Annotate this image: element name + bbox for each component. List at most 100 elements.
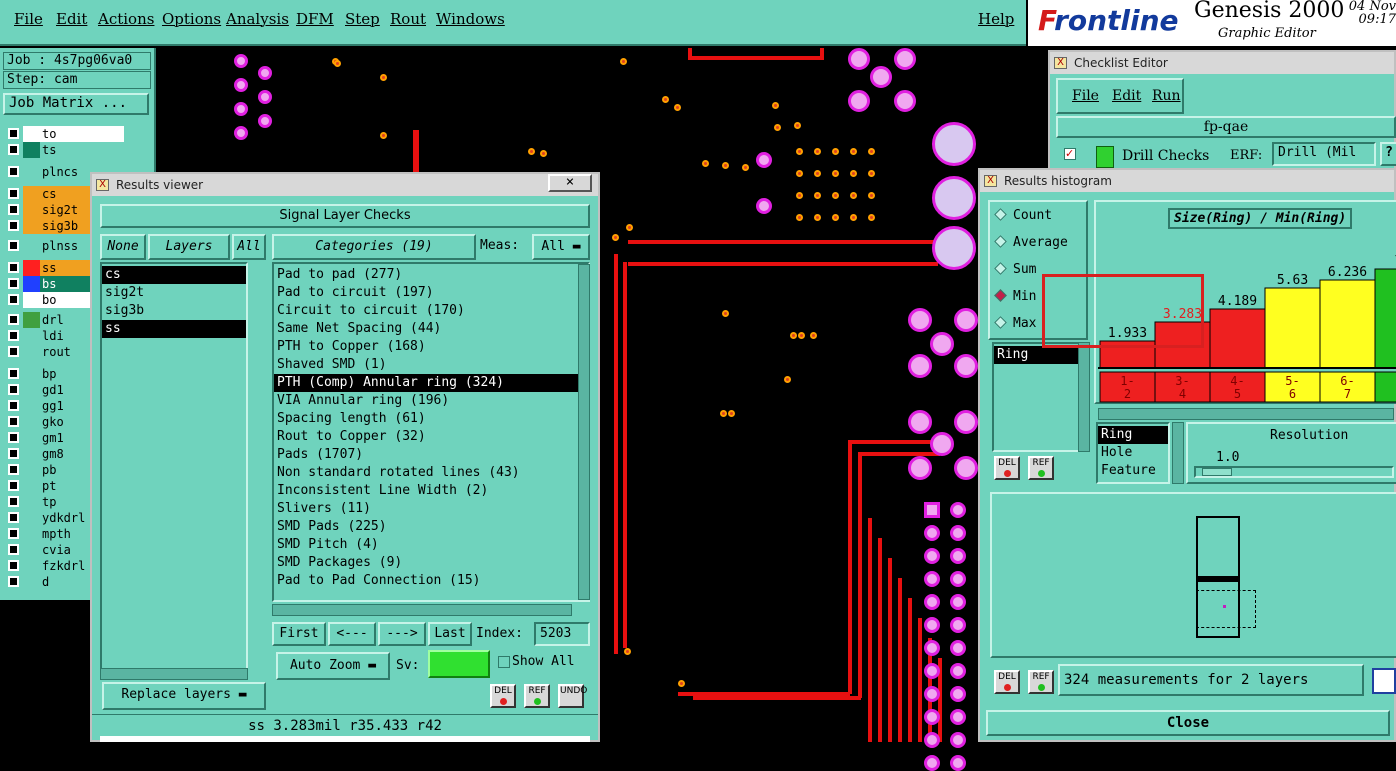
menu-file[interactable]: File	[14, 10, 43, 28]
horizontal-scrollbar[interactable]	[1098, 408, 1394, 420]
menu-file[interactable]: File	[1072, 88, 1099, 104]
categories-button[interactable]: Categories (19)	[272, 234, 476, 260]
layer-checkbox[interactable]	[8, 384, 19, 395]
delete-icon[interactable]: DEL	[490, 684, 516, 708]
layer-checkbox[interactable]	[8, 278, 19, 289]
list-item[interactable]: Circuit to circuit (170)	[274, 302, 588, 320]
horizontal-scrollbar[interactable]	[272, 604, 572, 616]
vertical-scrollbar[interactable]	[1172, 422, 1184, 484]
replace-layers-button[interactable]: Replace layers ▬	[102, 682, 266, 710]
layer-checkbox[interactable]	[8, 512, 19, 523]
layer-checkbox[interactable]	[8, 262, 19, 273]
menu-help[interactable]: Help	[978, 10, 1014, 28]
prev-button[interactable]: <---	[328, 622, 376, 646]
layer-result-list[interactable]: cs sig2t sig3b ss	[100, 262, 248, 680]
histogram-bar[interactable]	[1209, 308, 1266, 369]
layer-checkbox[interactable]	[8, 560, 19, 571]
refresh-icon[interactable]: REF	[1028, 456, 1054, 480]
layer-checkbox[interactable]	[8, 368, 19, 379]
list-item[interactable]: Spacing length (61)	[274, 410, 588, 428]
mode-radio-sum[interactable]: Sum	[994, 262, 1036, 277]
histogram-bar[interactable]	[1374, 268, 1396, 369]
layer-name[interactable]: ts	[40, 142, 124, 158]
close-button[interactable]: Close	[986, 710, 1390, 736]
sv-color-dropdown[interactable]	[428, 650, 490, 678]
last-button[interactable]: Last	[428, 622, 472, 646]
checklist-editor-titlebar[interactable]: X Checklist Editor	[1050, 52, 1394, 74]
list-item[interactable]: Shaved SMD (1)	[274, 356, 588, 374]
mode-radio-min[interactable]: Min	[994, 289, 1036, 304]
layer-checkbox[interactable]	[8, 128, 19, 139]
slider-thumb[interactable]	[1202, 468, 1232, 476]
horizontal-scrollbar[interactable]	[100, 668, 248, 680]
list-item[interactable]: VIA Annular ring (196)	[274, 392, 588, 410]
histogram-bar[interactable]	[1319, 279, 1376, 369]
layer-checkbox[interactable]	[8, 464, 19, 475]
list-item[interactable]: SMD Pitch (4)	[274, 536, 588, 554]
close-window-button[interactable]: ×	[548, 174, 592, 192]
results-histogram-titlebar[interactable]: X Results histogram	[980, 170, 1394, 192]
list-item[interactable]: Ring	[1098, 426, 1168, 444]
list-item[interactable]: Non standard rotated lines (43)	[274, 464, 588, 482]
list-item[interactable]: Pad to circuit (197)	[274, 284, 588, 302]
next-button[interactable]: --->	[378, 622, 426, 646]
layer-row-ts[interactable]: ts	[6, 142, 124, 158]
refresh-icon[interactable]: REF	[524, 684, 550, 708]
menu-windows[interactable]: Windows	[436, 10, 505, 28]
meas-dropdown[interactable]: All ▬	[532, 234, 590, 260]
job-matrix-button[interactable]: Job Matrix ...	[3, 93, 149, 115]
list-item[interactable]: Slivers (11)	[274, 500, 588, 518]
list-item[interactable]: Pad to Pad Connection (15)	[274, 572, 588, 590]
list-item[interactable]: Pads (1707)	[274, 446, 588, 464]
help-icon[interactable]: ?	[1380, 142, 1396, 166]
menu-options[interactable]: Options	[162, 10, 221, 28]
list-item[interactable]: cs	[102, 266, 246, 284]
mode-radio-average[interactable]: Average	[994, 235, 1068, 250]
layer-checkbox[interactable]	[8, 330, 19, 341]
list-item[interactable]: Feature	[1098, 462, 1168, 480]
list-item[interactable]: SMD Pads (225)	[274, 518, 588, 536]
list-item[interactable]: Ring	[994, 346, 1078, 364]
output-icon[interactable]	[1372, 668, 1396, 694]
category-list[interactable]: Pad to pad (277) Pad to circuit (197) Circ…	[272, 262, 590, 602]
check-enabled-icon[interactable]: ✓	[1064, 148, 1076, 160]
select-all-button[interactable]: All	[232, 234, 266, 260]
menu-actions[interactable]: Actions	[98, 10, 154, 28]
list-item[interactable]: Rout to Copper (32)	[274, 428, 588, 446]
vertical-scrollbar[interactable]	[578, 264, 590, 600]
layer-checkbox[interactable]	[8, 480, 19, 491]
auto-zoom-dropdown[interactable]: Auto Zoom ▬	[276, 652, 390, 680]
list-item[interactable]: sig3b	[102, 302, 246, 320]
list-item[interactable]: sig2t	[102, 284, 246, 302]
layers-button[interactable]: Layers	[148, 234, 230, 260]
layer-checkbox[interactable]	[8, 432, 19, 443]
layer-checkbox[interactable]	[8, 544, 19, 555]
index-input[interactable]: 5203	[534, 622, 590, 646]
list-item[interactable]: PTH to Copper (168)	[274, 338, 588, 356]
drill-checks-label[interactable]: Drill Checks	[1122, 148, 1209, 164]
histogram-bar[interactable]	[1264, 287, 1321, 369]
erf-input[interactable]: Drill (Mil	[1272, 142, 1376, 166]
menu-analysis[interactable]: Analysis	[226, 10, 289, 28]
resolution-slider[interactable]	[1194, 466, 1394, 478]
list-item[interactable]: ss	[102, 320, 246, 338]
menu-edit[interactable]: Edit	[56, 10, 87, 28]
layer-checkbox[interactable]	[8, 528, 19, 539]
layer-checkbox[interactable]	[8, 448, 19, 459]
list-item[interactable]: Same Net Spacing (44)	[274, 320, 588, 338]
layer-row-to[interactable]: to	[6, 126, 124, 142]
list-item[interactable]: SMD Packages (9)	[274, 554, 588, 572]
layer-checkbox[interactable]	[8, 204, 19, 215]
menu-edit[interactable]: Edit	[1112, 88, 1141, 104]
first-button[interactable]: First	[272, 622, 326, 646]
axis-list[interactable]: Ring Hole Feature	[1096, 422, 1170, 484]
layer-checkbox[interactable]	[8, 346, 19, 357]
layer-checkbox[interactable]	[8, 144, 19, 155]
menu-step[interactable]: Step	[345, 10, 380, 28]
delete-icon[interactable]: DEL	[994, 670, 1020, 694]
layer-checkbox[interactable]	[8, 166, 19, 177]
mode-radio-max[interactable]: Max	[994, 316, 1036, 331]
delete-icon[interactable]: DEL	[994, 456, 1020, 480]
layer-checkbox[interactable]	[8, 240, 19, 251]
layer-checkbox[interactable]	[8, 294, 19, 305]
